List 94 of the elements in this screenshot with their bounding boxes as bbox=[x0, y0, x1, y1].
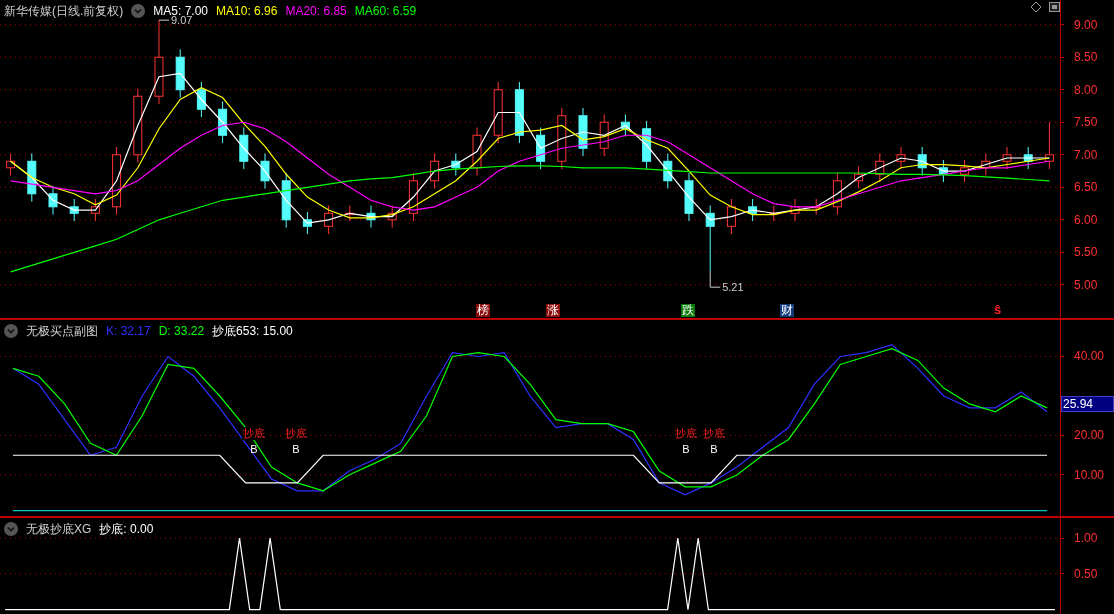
candle bbox=[366, 205, 376, 229]
legend-value: MA10: 6.96 bbox=[216, 3, 278, 20]
candle bbox=[175, 48, 185, 99]
axis-label: 8.50 bbox=[1074, 49, 1098, 66]
candle bbox=[90, 198, 100, 222]
candle bbox=[599, 113, 609, 157]
axis-label: 7.50 bbox=[1074, 114, 1098, 131]
axis-label: 7.00 bbox=[1074, 146, 1098, 163]
candle bbox=[790, 198, 800, 222]
candle bbox=[302, 211, 312, 235]
event-tag[interactable]: 涨 bbox=[546, 304, 560, 317]
candle bbox=[684, 172, 694, 222]
candle bbox=[726, 198, 736, 235]
event-tag[interactable]: 财 bbox=[780, 304, 794, 317]
candle bbox=[514, 81, 524, 144]
diamond-icon[interactable] bbox=[1031, 2, 1041, 12]
candle bbox=[1023, 146, 1033, 170]
legend-value: D: 33.22 bbox=[158, 323, 205, 340]
legend-value: MA20: 6.85 bbox=[285, 3, 347, 20]
axis-label: 40.00 bbox=[1074, 348, 1105, 365]
candle bbox=[854, 166, 864, 190]
axis-label: 6.00 bbox=[1074, 211, 1098, 228]
candle bbox=[748, 198, 758, 222]
panel-title: 新华传媒(日线.前复权) bbox=[4, 3, 124, 20]
event-mark[interactable]: ŝ bbox=[994, 302, 1002, 317]
candle bbox=[345, 205, 355, 222]
candle bbox=[239, 126, 249, 170]
axis-label: 10.00 bbox=[1074, 467, 1105, 483]
axis-label: 6.50 bbox=[1074, 179, 1098, 196]
candle bbox=[832, 172, 842, 216]
signal-label: 抄底 bbox=[284, 427, 308, 440]
candle bbox=[705, 205, 715, 272]
signal-label: 抄底 bbox=[702, 427, 726, 440]
axis-label: 9.00 bbox=[1074, 16, 1098, 33]
candle bbox=[27, 152, 37, 203]
candle bbox=[578, 107, 588, 157]
signal-label: 抄底 bbox=[674, 427, 698, 440]
window-button[interactable] bbox=[1049, 2, 1060, 12]
legend-value: K: 32.17 bbox=[106, 323, 151, 340]
dropdown-icon[interactable] bbox=[4, 522, 18, 536]
candle bbox=[69, 198, 79, 222]
candle bbox=[981, 152, 991, 177]
candle bbox=[430, 152, 440, 190]
candle bbox=[408, 172, 418, 222]
candle bbox=[938, 159, 948, 183]
candle bbox=[663, 152, 673, 190]
candle bbox=[472, 126, 482, 177]
axis-label: 1.00 bbox=[1074, 530, 1098, 547]
candle bbox=[387, 205, 397, 229]
dropdown-icon[interactable] bbox=[131, 4, 146, 18]
event-tag[interactable]: 跌 bbox=[681, 304, 695, 317]
candle bbox=[557, 107, 567, 170]
candle bbox=[196, 81, 206, 118]
candle bbox=[260, 152, 270, 190]
signal-marker: B bbox=[292, 443, 300, 456]
axis-label: 0.50 bbox=[1074, 565, 1098, 582]
panel-title: 无极买点副图 bbox=[26, 323, 98, 340]
dropdown-icon[interactable] bbox=[4, 324, 18, 338]
candle bbox=[1044, 121, 1054, 170]
axis-label: 8.00 bbox=[1074, 81, 1098, 98]
candle bbox=[48, 185, 58, 216]
axis-label: 5.50 bbox=[1074, 244, 1098, 261]
panel-title: 无极抄底XG bbox=[26, 521, 92, 538]
legend-value: 抄底: 0.00 bbox=[99, 521, 154, 538]
price-label: 5.21 bbox=[722, 281, 744, 294]
legend-value: 抄底653: 15.00 bbox=[212, 323, 293, 340]
signal-marker: B bbox=[250, 443, 258, 456]
leader-line bbox=[158, 19, 170, 21]
candle bbox=[896, 146, 906, 170]
event-tag[interactable]: 榜 bbox=[476, 304, 490, 317]
candle bbox=[960, 159, 970, 183]
signal-marker: B bbox=[682, 443, 690, 456]
candle bbox=[917, 146, 927, 177]
candle bbox=[620, 113, 630, 138]
candle bbox=[281, 172, 291, 229]
current-value-badge: 25.94 bbox=[1061, 396, 1114, 412]
candle bbox=[1002, 146, 1012, 170]
leader-line bbox=[709, 270, 721, 288]
signal-label: 抄底 bbox=[242, 427, 266, 440]
candle bbox=[875, 152, 885, 183]
candle bbox=[218, 100, 228, 144]
price-label: 9.07 bbox=[171, 14, 193, 27]
candle bbox=[642, 120, 652, 170]
axis-label: 5.00 bbox=[1074, 276, 1098, 293]
axis-label: 20.00 bbox=[1074, 427, 1105, 444]
candle bbox=[493, 81, 503, 144]
candle bbox=[324, 205, 334, 235]
candle bbox=[112, 146, 122, 216]
candle bbox=[536, 126, 546, 170]
candle bbox=[451, 152, 461, 177]
legend-value: MA60: 6.59 bbox=[354, 3, 417, 20]
signal-marker: B bbox=[710, 443, 718, 456]
candle bbox=[6, 152, 16, 177]
candle bbox=[769, 205, 779, 222]
